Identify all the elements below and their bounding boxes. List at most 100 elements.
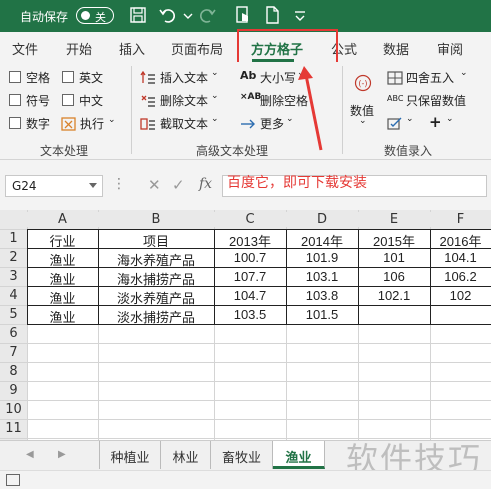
undo-icon[interactable] bbox=[157, 5, 177, 25]
row-header-9[interactable]: 9 bbox=[0, 383, 27, 398]
cell-C3[interactable]: 107.7 bbox=[214, 269, 286, 284]
row-header-4[interactable]: 4 bbox=[0, 288, 27, 303]
cell-B4[interactable]: 淡水养殖产品 bbox=[98, 288, 214, 307]
name-box-dropdown-icon[interactable] bbox=[89, 183, 97, 188]
case-button[interactable]: 大小写 bbox=[260, 69, 296, 86]
cell-E1[interactable]: 2015年 bbox=[358, 231, 430, 250]
cell-B5[interactable]: 淡水捕捞产品 bbox=[98, 307, 214, 326]
row-header-2[interactable]: 2 bbox=[0, 250, 27, 265]
sheet-tab-livestock[interactable]: 畜牧业 bbox=[211, 441, 273, 469]
function-icon[interactable]: fx bbox=[199, 176, 212, 192]
row-header-11[interactable]: 11 bbox=[0, 421, 27, 436]
column-header-B[interactable]: B bbox=[98, 212, 214, 227]
cell-D2[interactable]: 101.9 bbox=[286, 250, 358, 265]
text-group-label: 文本处理 bbox=[40, 144, 89, 158]
delete-text-button[interactable]: 删除文本 bbox=[160, 92, 208, 109]
formula-bar-grip-icon: ⋮ bbox=[112, 176, 126, 192]
checkbox-symbol[interactable] bbox=[9, 94, 21, 106]
plus-dropdown-icon[interactable]: ⌄ bbox=[446, 114, 454, 124]
more-button[interactable]: 更多 bbox=[260, 115, 284, 132]
cell-A2[interactable]: 渔业 bbox=[27, 250, 98, 269]
next-sheet-icon[interactable]: ▶ bbox=[58, 449, 66, 460]
sheet-tab-crop[interactable]: 种植业 bbox=[99, 441, 161, 469]
execute-dropdown-icon[interactable]: ⌄ bbox=[108, 115, 116, 125]
touch-icon[interactable] bbox=[233, 5, 253, 25]
cell-B3[interactable]: 海水捕捞产品 bbox=[98, 269, 214, 288]
autosave-label: 自动保存 bbox=[20, 10, 69, 24]
column-header-C[interactable]: C bbox=[214, 212, 286, 227]
more-dropdown-icon[interactable]: ⌄ bbox=[286, 114, 294, 124]
value-dropdown-icon[interactable]: ⌄ bbox=[359, 116, 367, 126]
tab-file[interactable]: 文件 bbox=[12, 39, 38, 58]
cell-A5[interactable]: 渔业 bbox=[27, 307, 98, 326]
cell-B1[interactable]: 项目 bbox=[98, 231, 214, 250]
cell-F4[interactable]: 102 bbox=[430, 288, 491, 303]
tab-page-layout[interactable]: 页面布局 bbox=[171, 39, 223, 58]
name-box[interactable]: G24 bbox=[5, 175, 103, 197]
new-file-icon[interactable] bbox=[262, 5, 282, 25]
tab-home[interactable]: 开始 bbox=[66, 39, 92, 58]
cell-E2[interactable]: 101 bbox=[358, 250, 430, 265]
row-header-7[interactable]: 7 bbox=[0, 345, 27, 360]
checklist-icon[interactable] bbox=[387, 117, 403, 131]
round-dropdown-icon[interactable]: ⌄ bbox=[460, 68, 468, 78]
row-header-5[interactable]: 5 bbox=[0, 307, 27, 322]
column-header-A[interactable]: A bbox=[27, 212, 98, 227]
column-header-F[interactable]: F bbox=[430, 212, 491, 227]
tab-review[interactable]: 审阅 bbox=[437, 39, 463, 58]
cell-E4[interactable]: 102.1 bbox=[358, 288, 430, 303]
cell-A3[interactable]: 渔业 bbox=[27, 269, 98, 288]
cell-A4[interactable]: 渔业 bbox=[27, 288, 98, 307]
cell-C2[interactable]: 100.7 bbox=[214, 250, 286, 265]
round-button[interactable]: 四舍五入 bbox=[406, 69, 454, 86]
checkbox-chinese-label: 中文 bbox=[79, 94, 104, 108]
checklist-dropdown-icon[interactable]: ⌄ bbox=[406, 114, 414, 124]
checkbox-chinese[interactable] bbox=[62, 94, 74, 106]
cell-A1[interactable]: 行业 bbox=[27, 231, 98, 250]
row-header-3[interactable]: 3 bbox=[0, 269, 27, 284]
column-header-D[interactable]: D bbox=[286, 212, 358, 227]
cell-D1[interactable]: 2014年 bbox=[286, 231, 358, 250]
sheet-status-icon bbox=[6, 474, 20, 486]
cell-F2[interactable]: 104.1 bbox=[430, 250, 491, 265]
cell-D4[interactable]: 103.8 bbox=[286, 288, 358, 303]
execute-button[interactable]: 执行 bbox=[80, 115, 104, 132]
save-icon[interactable] bbox=[128, 5, 148, 25]
checkbox-space[interactable] bbox=[9, 71, 21, 83]
keep-values-button[interactable]: 只保留数值 bbox=[406, 92, 466, 109]
cell-F1[interactable]: 2016年 bbox=[430, 231, 491, 250]
row-header-8[interactable]: 8 bbox=[0, 364, 27, 379]
row-header-10[interactable]: 10 bbox=[0, 402, 27, 417]
checkbox-number[interactable] bbox=[9, 117, 21, 129]
cell-B2[interactable]: 海水养殖产品 bbox=[98, 250, 214, 269]
cell-C1[interactable]: 2013年 bbox=[214, 231, 286, 250]
sheet-tab-forestry[interactable]: 林业 bbox=[161, 441, 211, 469]
cell-D3[interactable]: 103.1 bbox=[286, 269, 358, 284]
truncate-text-dropdown-icon[interactable]: ⌄ bbox=[211, 114, 219, 124]
tab-data[interactable]: 数据 bbox=[383, 39, 409, 58]
column-header-E[interactable]: E bbox=[358, 212, 430, 227]
undo-dropdown-icon[interactable] bbox=[178, 5, 198, 25]
cell-D5[interactable]: 101.5 bbox=[286, 307, 358, 322]
checkbox-english[interactable] bbox=[62, 71, 74, 83]
spreadsheet-grid[interactable]: A B C D E F 1 2 3 4 5 6 7 8 9 10 11 行业 项目 2013年 2014年 2015年 20… bbox=[0, 210, 491, 440]
cell-C5[interactable]: 103.5 bbox=[214, 307, 286, 322]
insert-text-dropdown-icon[interactable]: ⌄ bbox=[211, 68, 219, 78]
sheet-tab-fishery[interactable]: 渔业 bbox=[273, 441, 325, 469]
cancel-icon[interactable]: ✕ bbox=[148, 176, 161, 194]
row-header-6[interactable]: 6 bbox=[0, 326, 27, 341]
autosave-toggle[interactable]: 关 bbox=[76, 7, 114, 24]
truncate-text-button[interactable]: 截取文本 bbox=[160, 115, 208, 132]
delete-text-dropdown-icon[interactable]: ⌄ bbox=[211, 91, 219, 101]
cell-E3[interactable]: 106 bbox=[358, 269, 430, 284]
insert-text-button[interactable]: 插入文本 bbox=[160, 69, 208, 86]
customize-icon[interactable] bbox=[290, 5, 310, 25]
cell-C4[interactable]: 104.7 bbox=[214, 288, 286, 303]
enter-icon[interactable]: ✓ bbox=[172, 176, 185, 194]
redo-icon[interactable] bbox=[198, 5, 218, 25]
cell-F3[interactable]: 106.2 bbox=[430, 269, 491, 284]
plus-icon[interactable]: + bbox=[429, 113, 442, 131]
row-header-1[interactable]: 1 bbox=[0, 231, 27, 246]
prev-sheet-icon[interactable]: ◀ bbox=[26, 449, 34, 460]
tab-insert[interactable]: 插入 bbox=[119, 39, 145, 58]
